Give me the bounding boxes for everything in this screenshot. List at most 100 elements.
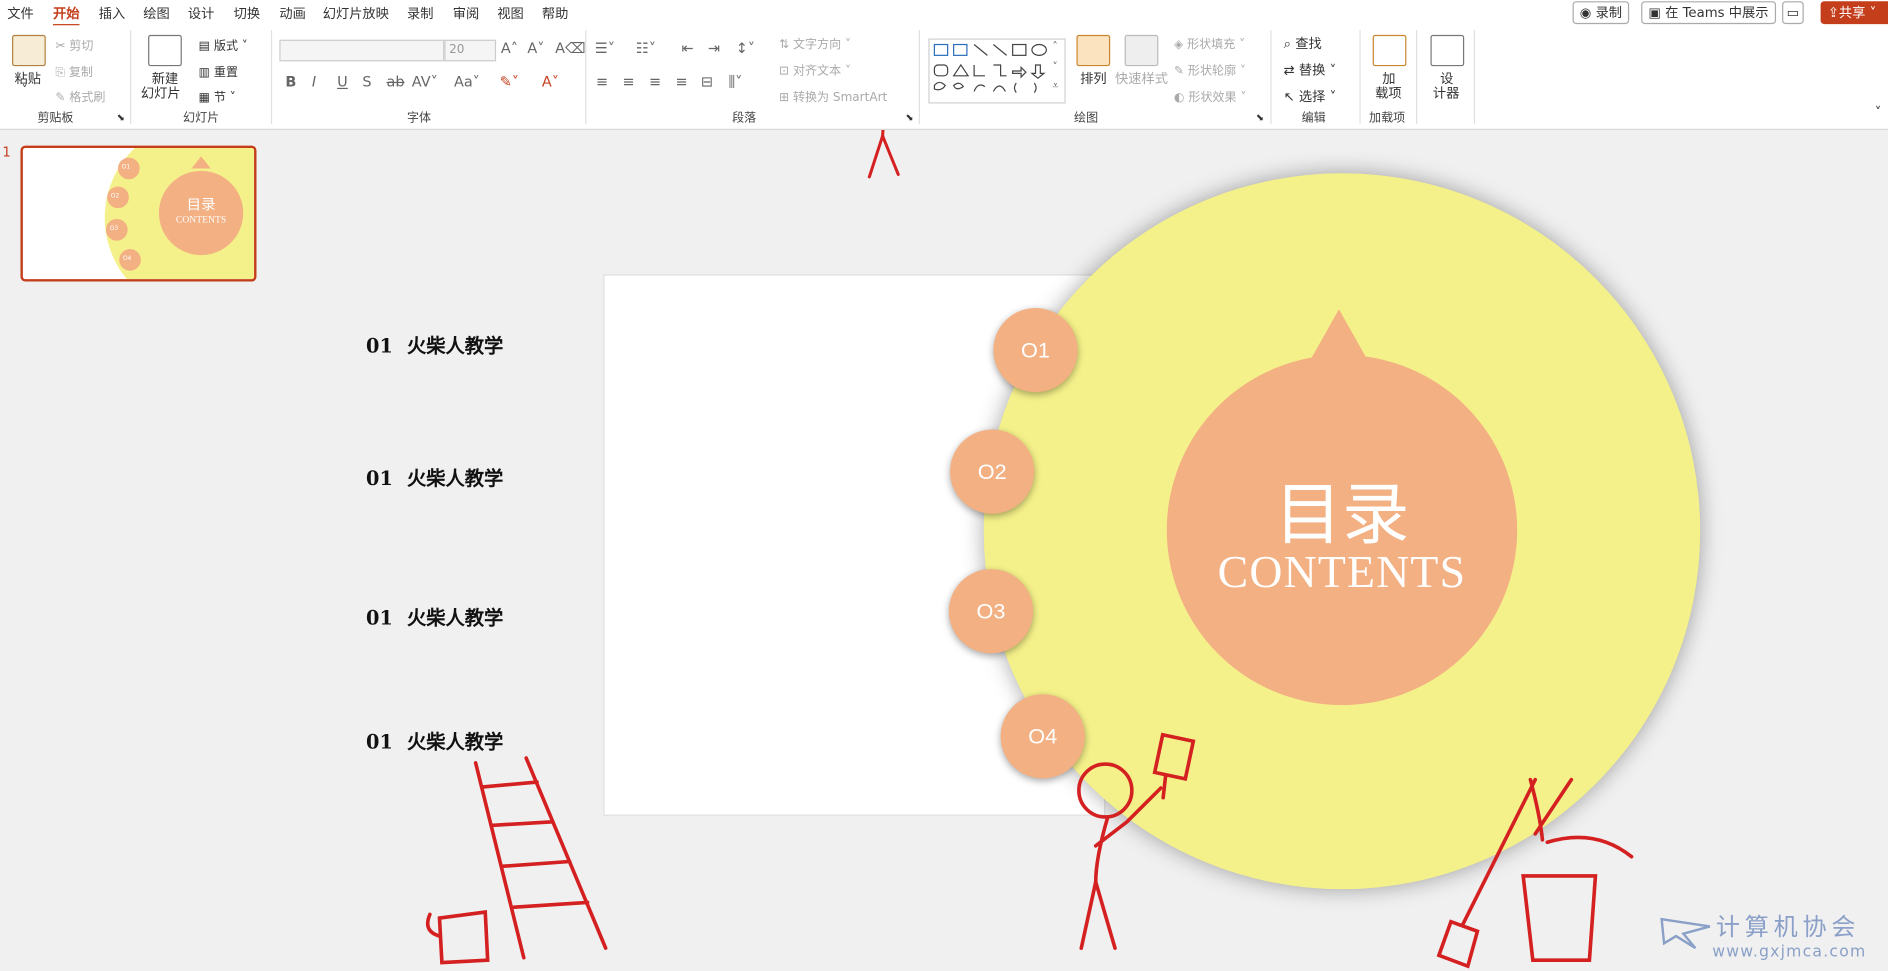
- dialog-launcher-icon[interactable]: ⬊: [905, 112, 913, 123]
- font-color-icon[interactable]: A˅: [542, 73, 559, 90]
- align-center-icon[interactable]: ≡: [623, 73, 635, 90]
- section-button[interactable]: ▦ 节 ˅: [199, 87, 236, 104]
- format-painter-button[interactable]: ✎ 格式刷: [55, 87, 105, 104]
- thumbnail-title-en: CONTENTS: [175, 214, 227, 225]
- divider: [918, 30, 920, 124]
- decrease-indent-icon[interactable]: ⇤: [682, 40, 694, 57]
- replace-button[interactable]: ⇄ 替换 ˅: [1284, 60, 1337, 79]
- font-name-field[interactable]: [279, 39, 445, 62]
- align-left-icon[interactable]: ≡: [596, 73, 608, 90]
- divider: [130, 30, 132, 124]
- gallery-more-icon[interactable]: ⩡: [1052, 81, 1058, 93]
- gallery-down-icon[interactable]: ˅: [1052, 61, 1057, 73]
- font-size-field[interactable]: 20: [444, 39, 497, 62]
- strikethrough-icon[interactable]: ab: [387, 73, 405, 90]
- text-direction-icon: ⇅: [779, 38, 793, 52]
- change-case-icon[interactable]: Aa˅: [454, 73, 480, 90]
- slide-title-en: CONTENTS: [1217, 547, 1467, 598]
- new-slide-icon[interactable]: [148, 34, 182, 67]
- increase-indent-icon[interactable]: ⇥: [708, 40, 720, 57]
- menu-design[interactable]: 设计: [188, 4, 214, 23]
- text-direction-button[interactable]: ⇅ 文字方向 ˅: [779, 34, 851, 52]
- shapes-gallery-icons: [933, 43, 1047, 94]
- arrange-button[interactable]: 排列: [1080, 69, 1106, 88]
- designer-label-2[interactable]: 计器: [1433, 83, 1459, 102]
- number-circle-3[interactable]: O3: [948, 569, 1034, 654]
- shapes-gallery[interactable]: [928, 38, 1066, 104]
- gallery-up-icon[interactable]: ˄: [1052, 41, 1057, 53]
- number-circle-1[interactable]: O1: [993, 308, 1078, 393]
- watermark-logo-icon: [1660, 917, 1711, 950]
- toc-item-text: 火柴人教学: [406, 334, 504, 358]
- number-circle-2[interactable]: O2: [950, 429, 1035, 514]
- slide-thumbnail[interactable]: 目录 CONTENTS O1 O2 O3 O4: [20, 145, 257, 282]
- shape-effects-button[interactable]: ◐ 形状效果 ˅: [1174, 87, 1246, 104]
- smartart-icon: ⊞: [779, 91, 793, 105]
- toc-item-1[interactable]: 01 火柴人教学: [366, 330, 503, 359]
- toc-item-text: 火柴人教学: [406, 730, 504, 754]
- addins-label-2[interactable]: 载项: [1375, 83, 1401, 102]
- menu-insert[interactable]: 插入: [99, 4, 125, 23]
- collapse-ribbon-icon[interactable]: ˅: [1875, 105, 1882, 121]
- comments-button[interactable]: ▭: [1782, 1, 1804, 25]
- paste-icon[interactable]: [12, 34, 46, 67]
- new-slide-label-2[interactable]: 幻灯片: [141, 83, 181, 102]
- menu-home[interactable]: 开始: [52, 4, 80, 27]
- justify-icon[interactable]: ≡: [676, 73, 688, 90]
- align-text-button[interactable]: ⊡ 对齐文本 ˅: [779, 60, 851, 78]
- find-button[interactable]: ⌕ 查找: [1284, 34, 1322, 53]
- paint-bucket-icon: ◈: [1173, 38, 1188, 52]
- quick-styles-button[interactable]: 快速样式: [1115, 69, 1168, 88]
- char-spacing-icon[interactable]: AV˅: [412, 73, 438, 90]
- toc-item-4[interactable]: 01 火柴人教学: [366, 726, 503, 755]
- menu-draw[interactable]: 绘图: [143, 4, 169, 23]
- arrange-icon[interactable]: [1076, 34, 1111, 67]
- shape-fill-button[interactable]: ◈ 形状填充 ˅: [1174, 34, 1245, 52]
- record-button[interactable]: ◉ 录制: [1572, 1, 1630, 25]
- menu-help[interactable]: 帮助: [542, 4, 568, 23]
- bold-icon[interactable]: B: [285, 73, 296, 90]
- underline-icon[interactable]: U: [337, 73, 348, 90]
- dialog-launcher-icon[interactable]: ⬊: [1256, 112, 1264, 123]
- reset-button[interactable]: ▥ 重置: [199, 61, 238, 79]
- align-right-icon[interactable]: ≡: [649, 73, 661, 90]
- menu-file[interactable]: 文件: [7, 4, 33, 23]
- layout-button[interactable]: ▤ 版式 ˅: [199, 35, 248, 53]
- menu-animations[interactable]: 动画: [279, 4, 305, 23]
- slide-canvas[interactable]: 目录 CONTENTS O1 O2 O3 O4 01 火柴人教学 01 火柴人教学 …: [276, 129, 1888, 971]
- shape-outline-button[interactable]: ✎ 形状轮廓 ˅: [1174, 60, 1246, 78]
- designer-icon[interactable]: [1430, 34, 1465, 67]
- select-button[interactable]: ↖ 选择 ˅: [1284, 87, 1337, 106]
- smartart-button[interactable]: ⊞ 转换为 SmartArt: [779, 87, 887, 105]
- paste-chevron-icon[interactable]: ˅: [22, 84, 28, 97]
- menu-transitions[interactable]: 切换: [234, 4, 260, 23]
- line-spacing-icon[interactable]: ↕˅: [736, 40, 755, 57]
- teams-label: 在 Teams 中展示: [1665, 4, 1769, 21]
- align-text-icon: ⊡: [779, 64, 793, 79]
- quick-styles-icon[interactable]: [1124, 34, 1159, 67]
- menu-record[interactable]: 录制: [407, 4, 433, 23]
- ladder-doodle-icon: [425, 756, 608, 965]
- share-button[interactable]: ⇪共享 ˅: [1820, 1, 1888, 25]
- copy-button[interactable]: ⎘ 复制: [55, 61, 93, 79]
- bullets-icon[interactable]: ☰˅: [595, 40, 615, 57]
- group-editing-label: 编辑: [1301, 111, 1326, 126]
- shadow-icon[interactable]: S: [362, 73, 371, 90]
- clear-format-icon[interactable]: A⌫: [555, 40, 585, 57]
- dialog-launcher-icon[interactable]: ⬊: [117, 112, 125, 123]
- menu-view[interactable]: 视图: [497, 4, 523, 23]
- menu-slideshow[interactable]: 幻灯片放映: [323, 4, 389, 23]
- grow-font-icon[interactable]: A˄: [501, 40, 518, 57]
- toc-item-3[interactable]: 01 火柴人教学: [366, 602, 503, 631]
- highlight-icon[interactable]: ✎˅: [500, 73, 519, 90]
- italic-icon[interactable]: I: [312, 73, 316, 90]
- cut-button[interactable]: ✂ 剪切: [55, 35, 93, 53]
- columns-icon[interactable]: ⫼˅: [728, 73, 742, 91]
- teams-present-button[interactable]: ▣ 在 Teams 中展示: [1641, 1, 1776, 25]
- numbering-icon[interactable]: ☷˅: [636, 40, 656, 57]
- distributed-icon[interactable]: ⊟: [701, 73, 713, 90]
- menu-review[interactable]: 审阅: [453, 4, 479, 23]
- shrink-font-icon[interactable]: A˅: [527, 40, 544, 57]
- addins-icon[interactable]: [1372, 34, 1407, 67]
- toc-item-2[interactable]: 01 火柴人教学: [366, 462, 503, 491]
